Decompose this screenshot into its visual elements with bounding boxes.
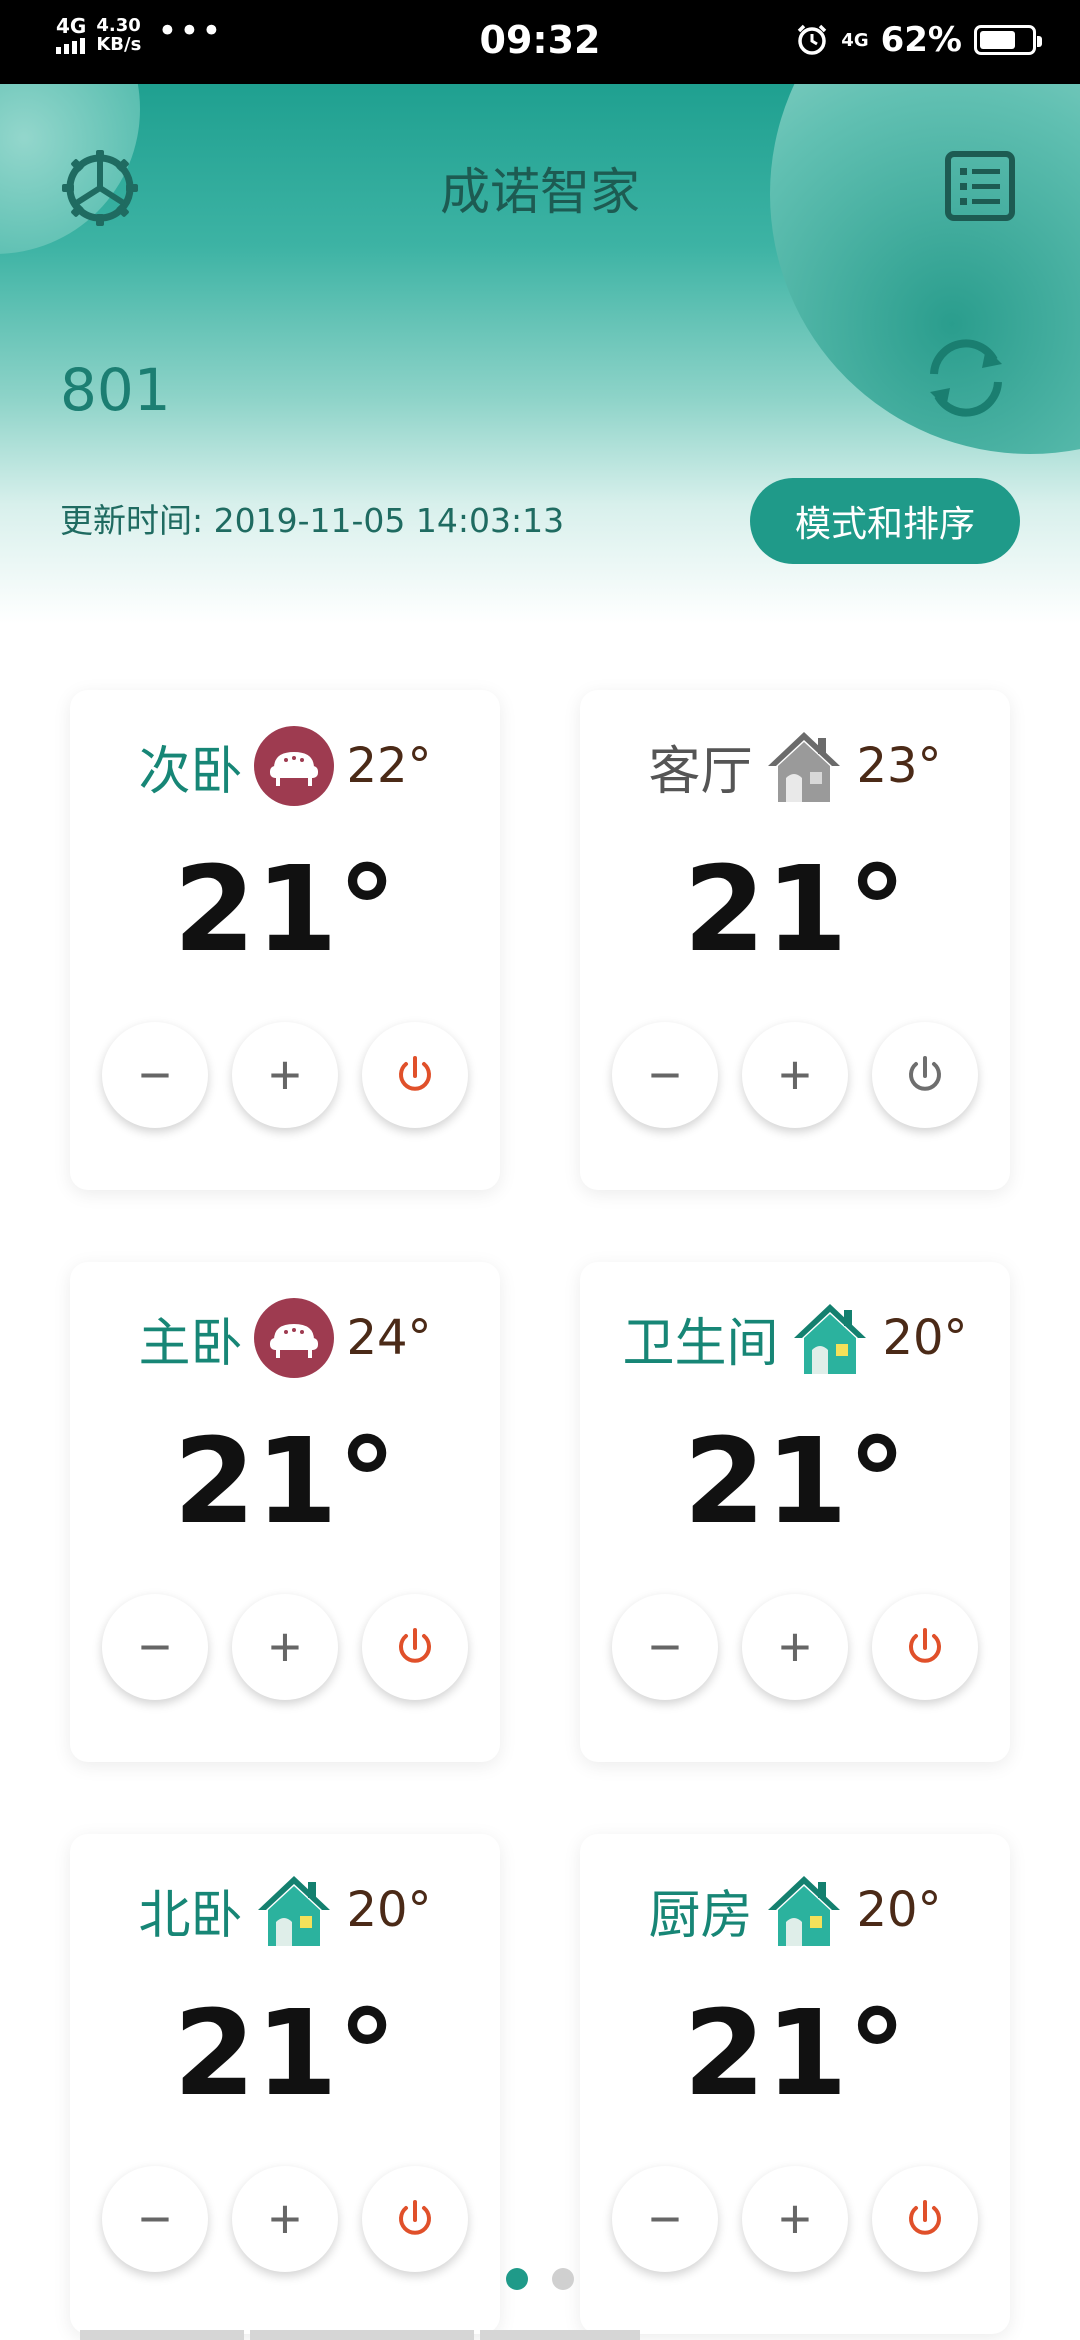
room-header: 厨房 20° xyxy=(580,1870,1010,1950)
room-card[interactable]: 客厅 23° 21° − + xyxy=(580,690,1010,1190)
room-name: 卫生间 xyxy=(622,1313,779,1374)
page-dot-active[interactable] xyxy=(506,2268,528,2290)
house-gray-icon xyxy=(764,726,844,806)
mode-and-sort-button[interactable]: 模式和排序 xyxy=(750,478,1020,564)
power-icon xyxy=(394,1626,436,1668)
sofa-icon xyxy=(254,726,335,806)
room-header: 北卧 20° xyxy=(70,1870,500,1950)
temperature-controls: − + xyxy=(580,1022,1010,1128)
room-name: 次卧 xyxy=(138,741,243,802)
power-button[interactable] xyxy=(362,1594,468,1700)
minus-icon: − xyxy=(648,2187,682,2250)
increase-button[interactable]: + xyxy=(232,1594,338,1700)
device-list-icon[interactable] xyxy=(944,150,1016,222)
plus-icon: + xyxy=(268,1615,302,1678)
minus-icon: − xyxy=(138,2187,172,2250)
current-temperature: 23° xyxy=(856,738,942,794)
room-card[interactable]: 主卧 24° 21° − + xyxy=(70,1262,500,1762)
set-temperature: 21° xyxy=(683,840,907,978)
power-icon xyxy=(904,1626,946,1668)
decrease-button[interactable]: − xyxy=(102,1022,208,1128)
nav-segment[interactable] xyxy=(480,2330,640,2340)
current-temperature: 20° xyxy=(882,1310,968,1366)
room-card[interactable]: 卫生间 20° 21° − + xyxy=(580,1262,1010,1762)
plus-icon: + xyxy=(268,2187,302,2250)
nav-segment[interactable] xyxy=(80,2330,244,2340)
decrease-button[interactable]: − xyxy=(612,1022,718,1128)
set-temperature: 21° xyxy=(683,1412,907,1550)
decrease-button[interactable]: − xyxy=(102,2166,208,2272)
nav-segment[interactable] xyxy=(250,2330,474,2340)
power-icon xyxy=(394,1054,436,1096)
room-name: 客厅 xyxy=(648,741,753,802)
room-card[interactable]: 北卧 20° 21° − + xyxy=(70,1834,500,2334)
set-temperature: 21° xyxy=(683,1984,907,2122)
increase-button[interactable]: + xyxy=(742,1594,848,1700)
power-button[interactable] xyxy=(362,1022,468,1128)
bottom-nav-bar xyxy=(0,2330,1080,2340)
plus-icon: + xyxy=(778,1043,812,1106)
decrease-button[interactable]: − xyxy=(102,1594,208,1700)
decrease-button[interactable]: − xyxy=(612,1594,718,1700)
current-temperature: 20° xyxy=(346,1882,432,1938)
power-icon xyxy=(904,2198,946,2240)
current-temperature: 20° xyxy=(856,1882,942,1938)
increase-button[interactable]: + xyxy=(742,2166,848,2272)
power-button[interactable] xyxy=(362,2166,468,2272)
current-temperature: 22° xyxy=(346,738,432,794)
network-type-right: 4G xyxy=(841,29,869,51)
home-id: 801 xyxy=(60,356,171,424)
minus-icon: − xyxy=(138,1615,172,1678)
room-card[interactable]: 次卧 22° 21° − + xyxy=(70,690,500,1190)
minus-icon: − xyxy=(648,1043,682,1106)
plus-icon: + xyxy=(268,1043,302,1106)
temperature-controls: − + xyxy=(70,2166,500,2272)
refresh-icon[interactable] xyxy=(916,328,1016,428)
temperature-controls: − + xyxy=(580,2166,1010,2272)
battery-icon xyxy=(974,25,1042,55)
sofa-icon xyxy=(254,1298,335,1378)
power-button[interactable] xyxy=(872,1594,978,1700)
room-header: 主卧 24° xyxy=(70,1298,500,1378)
alarm-icon xyxy=(798,24,827,55)
temperature-controls: − + xyxy=(580,1594,1010,1700)
room-name: 主卧 xyxy=(138,1313,243,1374)
battery-percent: 62% xyxy=(880,20,962,60)
minus-icon: − xyxy=(138,1043,172,1106)
increase-button[interactable]: + xyxy=(742,1022,848,1128)
status-right: 4G 62% xyxy=(795,20,1042,60)
temperature-controls: − + xyxy=(70,1594,500,1700)
header: 成诺智家 801 更新时间: 2019-11-05 14:03:13 模式和排序 xyxy=(0,84,1080,624)
current-temperature: 24° xyxy=(346,1310,432,1366)
power-button[interactable] xyxy=(872,2166,978,2272)
status-bar: 4G 4.30 KB/s ••• 09:32 4G 62% xyxy=(0,0,1080,84)
house-teal-icon xyxy=(764,1870,844,1950)
power-icon xyxy=(394,2198,436,2240)
house-teal-icon xyxy=(790,1298,870,1378)
power-button[interactable] xyxy=(872,1022,978,1128)
app-title: 成诺智家 xyxy=(440,163,640,221)
temperature-controls: − + xyxy=(70,1022,500,1128)
room-card[interactable]: 厨房 20° 21° − + xyxy=(580,1834,1010,2334)
room-name: 北卧 xyxy=(138,1885,243,1946)
room-header: 客厅 23° xyxy=(580,726,1010,806)
plus-icon: + xyxy=(778,2187,812,2250)
increase-button[interactable]: + xyxy=(232,2166,338,2272)
set-temperature: 21° xyxy=(173,840,397,978)
increase-button[interactable]: + xyxy=(232,1022,338,1128)
set-temperature: 21° xyxy=(173,1412,397,1550)
page-dot-inactive[interactable] xyxy=(552,2268,574,2290)
page-indicator xyxy=(0,2268,1080,2290)
power-icon xyxy=(904,1054,946,1096)
plus-icon: + xyxy=(778,1615,812,1678)
room-name: 厨房 xyxy=(648,1885,753,1946)
room-header: 卫生间 20° xyxy=(580,1298,1010,1378)
set-temperature: 21° xyxy=(173,1984,397,2122)
minus-icon: − xyxy=(648,1615,682,1678)
room-header: 次卧 22° xyxy=(70,726,500,806)
decrease-button[interactable]: − xyxy=(612,2166,718,2272)
update-time: 更新时间: 2019-11-05 14:03:13 xyxy=(60,501,565,540)
house-teal-icon xyxy=(254,1870,334,1950)
